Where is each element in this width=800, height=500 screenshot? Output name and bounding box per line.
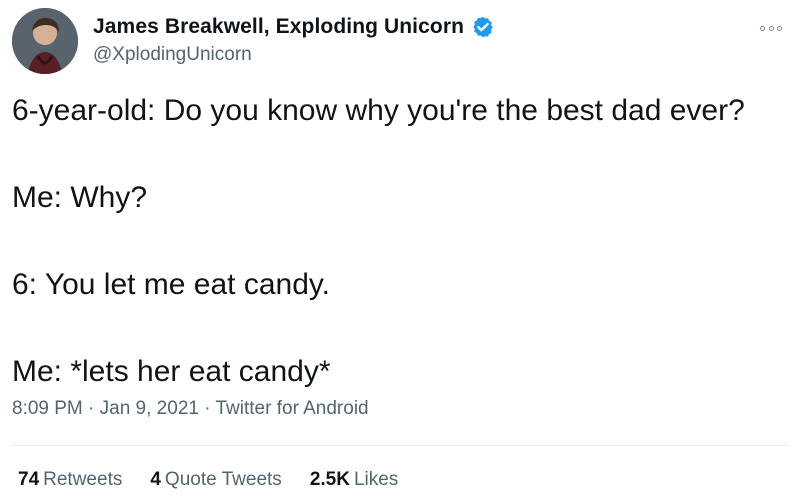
quote-tweets-label: Quote Tweets: [164, 469, 282, 490]
line-spacer: [12, 129, 782, 180]
retweets-label: Retweets: [43, 469, 123, 490]
line-spacer: [12, 216, 782, 267]
avatar-photo-icon: [12, 8, 78, 74]
line-spacer: [12, 303, 782, 354]
tweet-metadata[interactable]: 8:09 PM · Jan 9, 2021 · Twitter for Andr…: [12, 398, 369, 420]
stats-divider: [12, 445, 788, 446]
retweets-stat[interactable]: 74 Retweets: [18, 469, 122, 491]
more-dot-icon: [768, 25, 774, 31]
retweets-count: 74: [18, 469, 40, 490]
engagement-stats: 74 Retweets 4 Quote Tweets 2.5K Likes: [18, 469, 398, 491]
tweet-card: James Breakwell, Exploding Unicorn @Xplo…: [0, 0, 800, 500]
author-display-name[interactable]: James Breakwell, Exploding Unicorn: [93, 15, 464, 39]
likes-count: 2.5K: [309, 469, 350, 490]
tweet-line: Me: *lets her eat candy*: [12, 355, 331, 388]
avatar[interactable]: [12, 8, 78, 74]
tweet-line: 6: You let me eat candy.: [12, 268, 331, 301]
likes-stat[interactable]: 2.5K Likes: [310, 469, 399, 491]
quote-tweets-count: 4: [150, 469, 161, 490]
quote-tweets-stat[interactable]: 4 Quote Tweets: [150, 469, 281, 491]
more-dot-icon: [777, 25, 782, 31]
likes-label: Likes: [353, 469, 399, 490]
more-options-icon[interactable]: [760, 20, 782, 36]
tweet-line: 6-year-old: Do you know why you're the b…: [12, 94, 745, 127]
verified-badge-icon: [471, 15, 495, 39]
author-name-row: James Breakwell, Exploding Unicorn: [93, 14, 495, 40]
tweet-header: James Breakwell, Exploding Unicorn @Xplo…: [93, 14, 495, 66]
author-handle[interactable]: @XplodingUnicorn: [93, 44, 495, 66]
tweet-line: Me: Why?: [12, 181, 148, 214]
tweet-text: 6-year-old: Do you know why you're the b…: [12, 93, 782, 390]
more-dot-icon: [760, 25, 765, 31]
